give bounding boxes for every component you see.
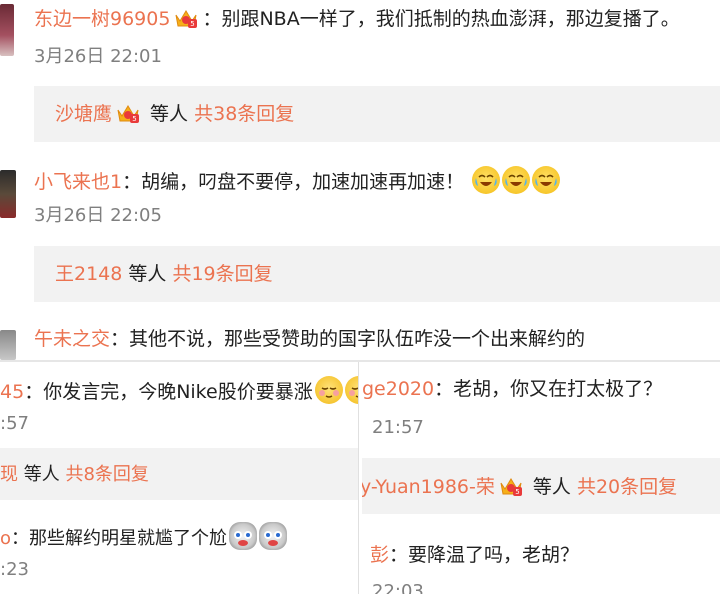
vip-crown-icon: 5 — [498, 475, 524, 497]
laugh-cry-emoji — [502, 166, 531, 194]
comment-time: :57 — [0, 413, 29, 434]
comment-time: 21:57 — [372, 417, 424, 438]
svg-text:5: 5 — [515, 488, 519, 496]
left-comment-panel: 45：你发言完，今晚Nike股价要暴涨 :57 现 等人 共8条回复 o：那些解… — [0, 362, 358, 594]
comment-line: 东边一树96905 5 ：别跟NBA一样了，我们抵制的热血澎湃，那边复播了。 — [34, 6, 680, 32]
username-link[interactable]: 彭 — [370, 544, 389, 566]
reply-summary-text: 现 等人 共8条回复 — [0, 462, 149, 488]
reply-suffix: 等人 — [18, 464, 66, 485]
reply-count-link[interactable]: 共8条回复 — [65, 464, 148, 485]
comment-text: ：其他不说，那些受赞助的国字队伍咋没一个出来解约的 — [110, 328, 586, 350]
username-link[interactable]: 午未之交 — [34, 328, 110, 350]
comment-line: o：那些解约明星就尴了个尬 — [0, 522, 288, 552]
avatar[interactable] — [0, 4, 14, 56]
reply-suffix: 等人 — [144, 103, 195, 125]
comment-text: ：你发言完，今晚Nike股价要暴涨 — [24, 381, 313, 403]
reply-count-link[interactable]: 共19条回复 — [172, 263, 272, 285]
comment-time: 3月26日 22:05 — [34, 205, 162, 226]
laugh-cry-emoji — [472, 166, 501, 194]
reply-summary-text: 王2148 等人 共19条回复 — [55, 261, 273, 287]
reply-summary-text: 沙塘鹰 5 等人 共38条回复 — [55, 101, 294, 127]
vip-crown-icon: 5 — [173, 7, 199, 29]
comment-line: 彭：要降温了吗，老胡？ — [370, 542, 579, 568]
reply-suffix: 等人 — [526, 476, 577, 498]
comment-text: ：要降温了吗，老胡？ — [389, 544, 580, 566]
comment-text: ：那些解约明星就尴了个尬 — [11, 528, 228, 549]
shy-emoji — [314, 376, 343, 404]
username-link[interactable]: ge2020 — [362, 378, 434, 400]
comment-line: 午未之交：其他不说，那些受赞助的国字队伍咋没一个出来解约的 — [34, 326, 585, 352]
comment-text: ：老胡，你又在打太极了？ — [434, 378, 663, 400]
username-link[interactable]: o — [0, 528, 11, 549]
reply-count-link[interactable]: 共20条回复 — [577, 476, 677, 498]
comment-time: 3月26日 22:01 — [34, 46, 162, 67]
comment-text: ：别跟NBA一样了，我们抵制的热血澎湃，那边复播了。 — [202, 8, 680, 30]
comment-line: 45：你发言完，今晚Nike股价要暴涨 — [0, 376, 358, 405]
reply-username-link[interactable]: y-Yuan1986-荣 — [362, 476, 495, 498]
avatar[interactable] — [0, 330, 16, 360]
comment-text: ：胡编，叼盘不要停，加速加速再加速！ — [122, 171, 465, 193]
username-link[interactable]: 45 — [0, 381, 24, 403]
husky-dog-emoji — [259, 522, 288, 550]
panel-divider — [358, 362, 362, 594]
comment-line: ge2020：老胡，你又在打太极了？ — [362, 376, 662, 402]
laugh-cry-emoji — [532, 166, 561, 194]
reply-summary-text: y-Yuan1986-荣 5 等人 共20条回复 — [362, 474, 677, 500]
username-link[interactable]: 小飞来也1 — [34, 171, 122, 193]
svg-text:5: 5 — [191, 20, 195, 28]
reply-username-link[interactable]: 现 — [0, 464, 18, 485]
husky-dog-emoji — [229, 522, 258, 550]
svg-text:5: 5 — [132, 115, 136, 123]
vip-crown-icon: 5 — [115, 102, 141, 124]
comment-time: 22:03 — [372, 581, 424, 594]
comment-line: 小飞来也1：胡编，叼盘不要停，加速加速再加速！ — [34, 166, 561, 195]
reply-suffix: 等人 — [122, 263, 173, 285]
avatar[interactable] — [0, 170, 16, 218]
reply-username-link[interactable]: 沙塘鹰 — [55, 103, 112, 125]
top-comment-panel: 东边一树96905 5 ：别跟NBA一样了，我们抵制的热血澎湃，那边复播了。 3月2… — [0, 0, 720, 360]
username-link[interactable]: 东边一树96905 — [34, 8, 170, 30]
reply-username-link[interactable]: 王2148 — [55, 263, 122, 285]
shy-emoji — [344, 376, 358, 404]
comment-time: :23 — [0, 559, 29, 580]
right-comment-panel: ge2020：老胡，你又在打太极了？ 21:57 y-Yuan1986-荣 5 等… — [362, 362, 720, 594]
reply-count-link[interactable]: 共38条回复 — [194, 103, 294, 125]
